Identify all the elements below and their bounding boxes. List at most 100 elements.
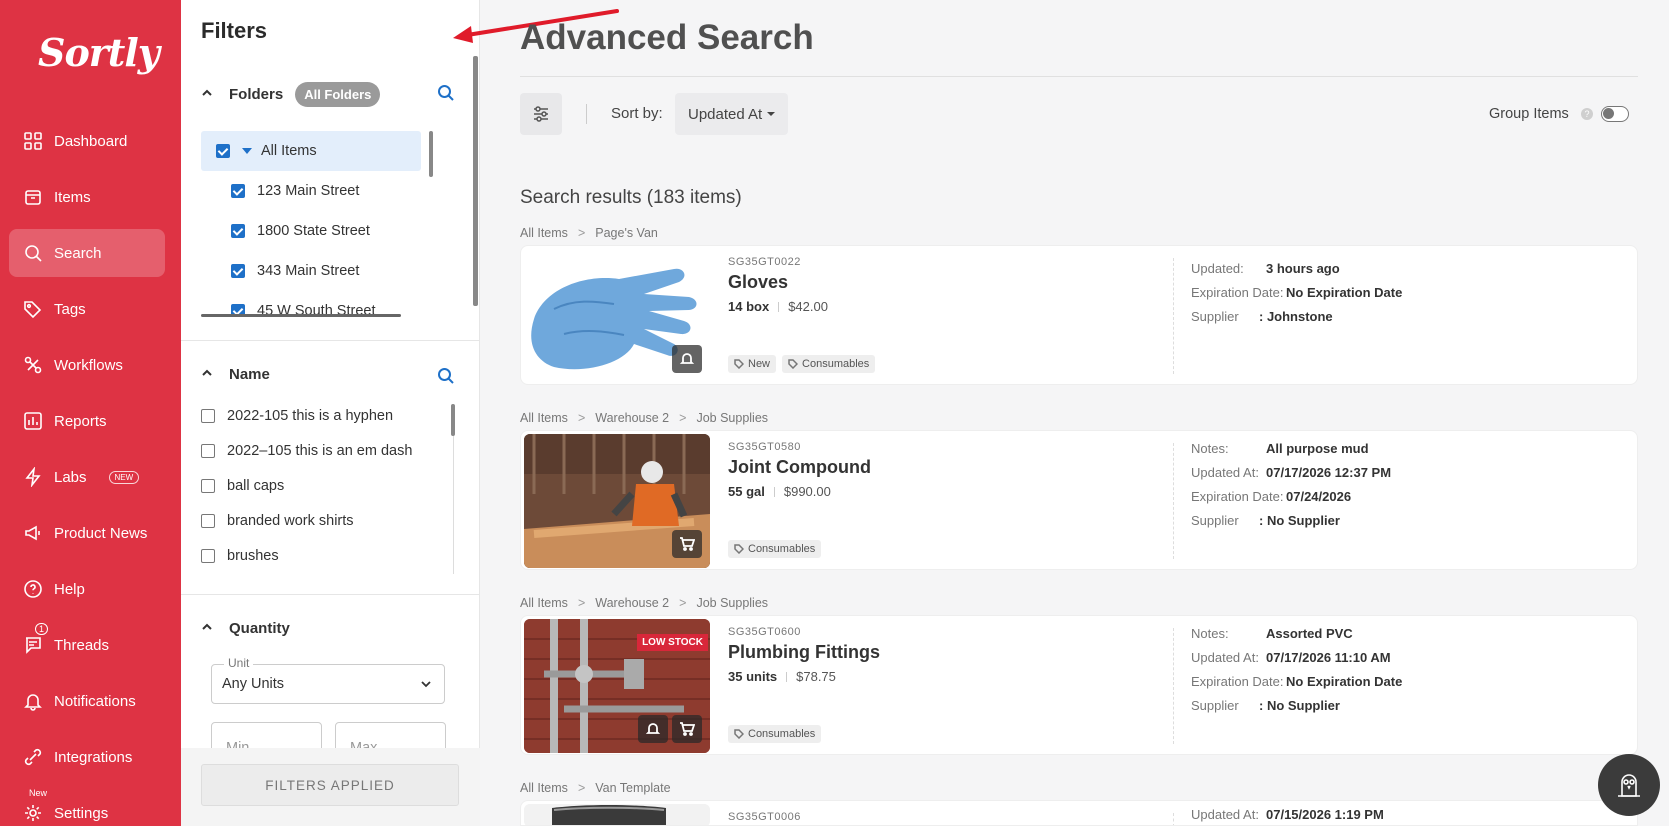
folder-list-scrollbar[interactable]	[429, 131, 433, 177]
nav-labs[interactable]: Labs NEW	[9, 453, 165, 501]
nav-label: Threads	[54, 636, 110, 654]
filter-toggle-button[interactable]	[520, 93, 562, 135]
help-icon[interactable]: ?	[1581, 108, 1593, 120]
name-checkbox[interactable]	[201, 548, 215, 563]
breadcrumb-item[interactable]: All Items	[520, 596, 568, 610]
folder-search-icon[interactable]	[437, 84, 455, 102]
sortly-logo[interactable]: Sortly	[38, 30, 160, 75]
breadcrumb-item[interactable]: Warehouse 2	[595, 596, 669, 610]
name-option[interactable]: brushes	[201, 538, 431, 573]
name-option[interactable]: 2022–105 this is an em dash	[201, 433, 431, 468]
result-card[interactable]: SG35GT0580 Joint Compound 55 gal $990.00…	[520, 430, 1638, 570]
folder-checkbox[interactable]	[216, 144, 230, 158]
nav-label: Product News	[54, 524, 148, 542]
breadcrumb-item[interactable]: All Items	[520, 411, 568, 425]
name-section-header[interactable]: Name	[201, 366, 270, 383]
toolbar-divider	[586, 104, 587, 124]
folder-checkbox[interactable]	[231, 184, 245, 198]
item-meta: Notes: All purpose mud Updated At: 07/17/2…	[1191, 436, 1391, 532]
tag-chip[interactable]: Consumables	[728, 540, 822, 558]
item-photo[interactable]	[524, 434, 710, 568]
item-name[interactable]: Plumbing Fittings	[728, 642, 880, 663]
folder-row[interactable]: 1800 State Street	[201, 211, 421, 251]
result-card[interactable]: SG35GT0006 Updated At: 07/15/2026 1:19 PM	[520, 800, 1638, 826]
chevron-up-icon	[201, 86, 215, 103]
nav-dashboard[interactable]: Dashboard	[9, 117, 165, 165]
alert-icon[interactable]	[672, 345, 702, 373]
name-list-scrollbar[interactable]	[451, 404, 455, 436]
folder-row-all-items[interactable]: All Items	[201, 131, 421, 171]
name-checkbox[interactable]	[201, 513, 215, 528]
tag-label: Consumables	[802, 358, 870, 370]
nav-workflows[interactable]: Workflows	[9, 341, 165, 389]
breadcrumb-item[interactable]: Warehouse 2	[595, 411, 669, 425]
item-photo[interactable]: LOW STOCK	[524, 619, 710, 753]
tag-chip[interactable]: New	[728, 355, 777, 373]
tag-chip[interactable]: Consumables	[782, 355, 876, 373]
item-photo[interactable]	[524, 804, 710, 825]
folder-row[interactable]: 123 Main Street	[201, 171, 421, 211]
name-search-icon[interactable]	[437, 367, 455, 385]
group-items-toggle[interactable]	[1601, 106, 1629, 122]
quantity-section-header[interactable]: Quantity	[201, 620, 290, 637]
sliders-icon	[534, 106, 548, 122]
name-option[interactable]: ball caps	[201, 468, 431, 503]
breadcrumb-item[interactable]: Van Template	[595, 781, 670, 795]
divider	[773, 486, 775, 497]
item-name[interactable]: Gloves	[728, 272, 788, 293]
main-content: Advanced Search Sort by: Updated At Grou…	[480, 0, 1669, 826]
breadcrumb-item[interactable]: Page's Van	[595, 226, 658, 240]
name-checkbox[interactable]	[201, 408, 215, 423]
breadcrumb-item[interactable]: Job Supplies	[696, 411, 768, 425]
folder-checkbox[interactable]	[231, 224, 245, 238]
meta-row: Expiration Date: No Expiration Date	[1191, 280, 1402, 304]
caret-down-icon[interactable]	[242, 148, 252, 154]
folder-label: 1800 State Street	[257, 223, 370, 239]
breadcrumb-item[interactable]: All Items	[520, 226, 568, 240]
unit-value: Any Units	[222, 676, 285, 692]
result-card[interactable]: SG35GT0022 Gloves 14 box $42.00 New Cons…	[520, 245, 1638, 385]
folder-list-hscrollbar[interactable]	[201, 314, 401, 317]
labs-icon	[23, 467, 43, 487]
name-checkbox[interactable]	[201, 478, 215, 493]
nav-threads[interactable]: 1 Threads	[9, 621, 165, 669]
item-tags: Consumables	[728, 540, 827, 558]
nav-notifications[interactable]: Notifications	[9, 677, 165, 725]
item-sku: SG35GT0600	[728, 626, 801, 638]
breadcrumb-item[interactable]: All Items	[520, 781, 568, 795]
folder-checkbox[interactable]	[231, 264, 245, 278]
cart-icon[interactable]	[672, 715, 702, 743]
unit-select[interactable]: Unit Any Units	[211, 656, 445, 704]
nav-reports[interactable]: Reports	[9, 397, 165, 445]
nav-help[interactable]: Help	[9, 565, 165, 613]
sort-label: Sort by:	[611, 105, 663, 122]
folders-section-header[interactable]: Folders All Folders	[201, 82, 381, 107]
name-option[interactable]: branded work shirts	[201, 503, 431, 538]
folder-row[interactable]: 343 Main Street	[201, 251, 421, 291]
tag-chip[interactable]: Consumables	[728, 725, 822, 743]
nav-settings[interactable]: New Settings	[9, 788, 165, 826]
item-name[interactable]: Joint Compound	[728, 457, 871, 478]
alert-icon[interactable]	[638, 715, 668, 743]
meta-row: Supplier: No Supplier	[1191, 508, 1391, 532]
nav-product-news[interactable]: Product News	[9, 509, 165, 557]
item-photo[interactable]	[524, 249, 710, 383]
item-quantity-price: 14 box $42.00	[728, 299, 828, 314]
filters-panel-scrollbar[interactable]	[473, 56, 478, 306]
nav-integrations[interactable]: Integrations	[9, 733, 165, 781]
breadcrumb: All Items > Warehouse 2 > Job Supplies	[520, 411, 768, 425]
result-card[interactable]: LOW STOCK SG35GT0600 Plumbing Fittings 3…	[520, 615, 1638, 755]
all-folders-pill[interactable]: All Folders	[295, 82, 381, 107]
cart-icon[interactable]	[672, 530, 702, 558]
nav-items[interactable]: Items	[9, 173, 165, 221]
item-quantity: 35 units	[728, 669, 778, 684]
meta-value: : No Supplier	[1259, 697, 1340, 713]
nav-search[interactable]: Search	[9, 229, 165, 277]
name-checkbox[interactable]	[201, 443, 215, 458]
nav-tags[interactable]: Tags	[9, 285, 165, 333]
filters-applied-button[interactable]: FILTERS APPLIED	[201, 764, 459, 806]
chat-assistant-button[interactable]	[1598, 754, 1660, 816]
breadcrumb-item[interactable]: Job Supplies	[696, 596, 768, 610]
name-option[interactable]: 2022-105 this is a hyphen	[201, 398, 431, 433]
sort-dropdown[interactable]: Updated At	[675, 93, 789, 135]
